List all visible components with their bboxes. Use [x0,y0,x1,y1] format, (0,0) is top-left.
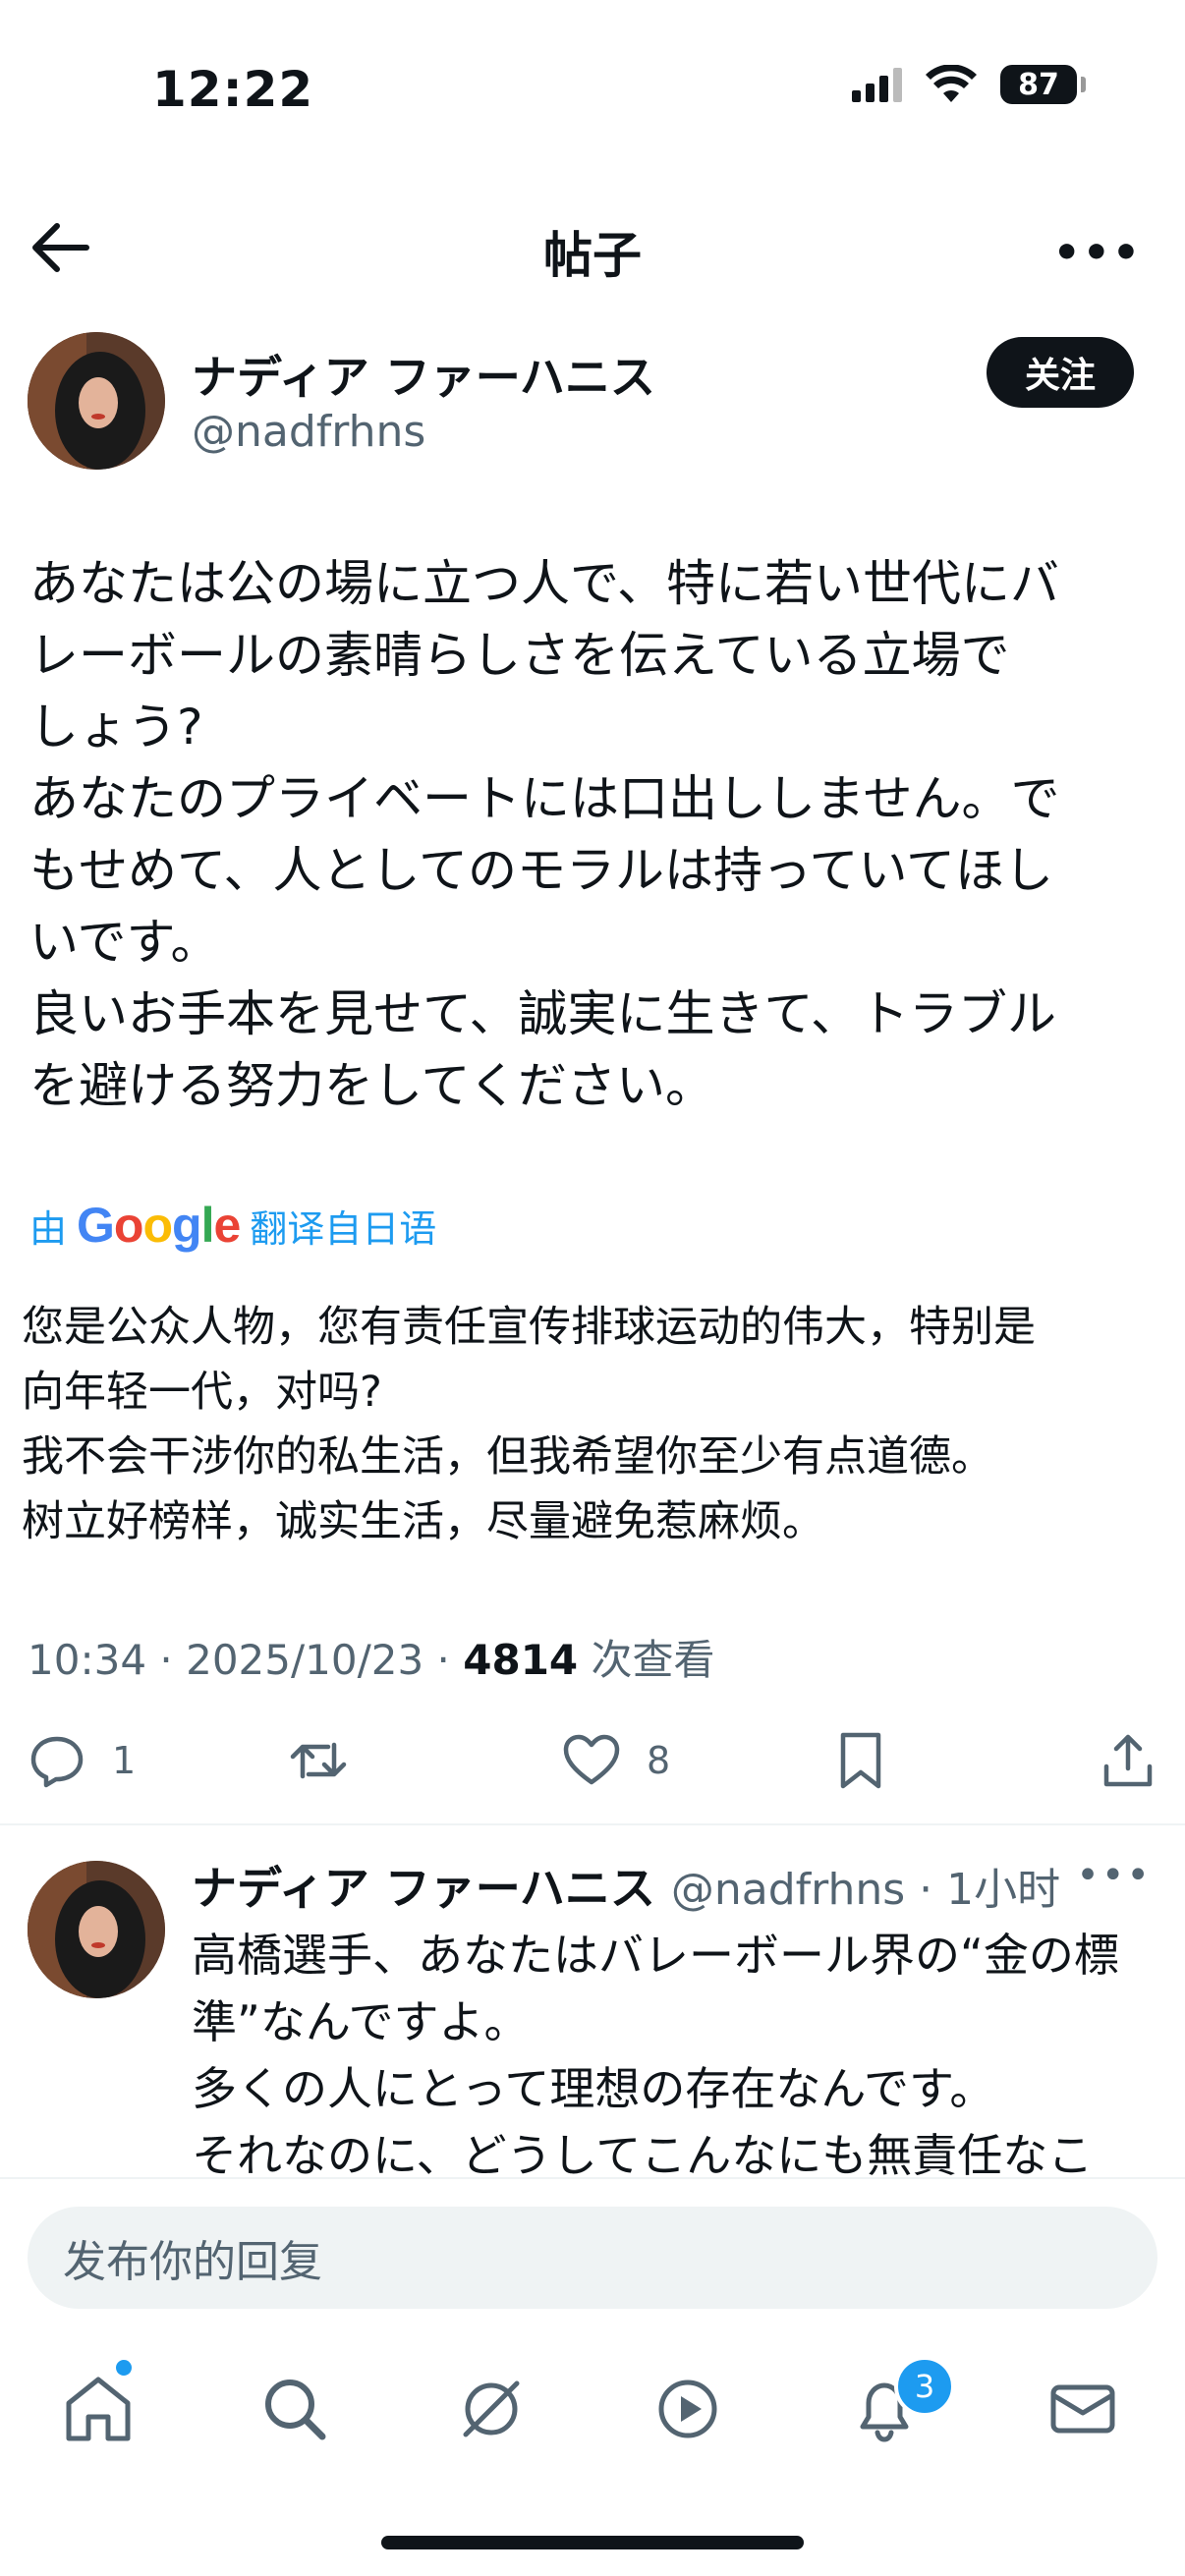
battery-icon: 87 [1000,65,1086,104]
home-unread-dot [116,2360,132,2376]
tab-video[interactable] [649,2370,727,2448]
more-options-icon[interactable]: ••• [1053,228,1142,278]
repost-button[interactable] [289,1731,348,1790]
heart-icon [563,1734,620,1785]
tab-grok[interactable] [452,2370,531,2448]
search-icon [265,2380,326,2440]
status-icons: 87 [852,65,1086,104]
translation-attribution[interactable]: 由 Google 翻译自日语 [29,1197,436,1254]
tab-search[interactable] [255,2370,334,2448]
status-time: 12:22 [152,61,314,118]
page-title: 帖子 [543,227,642,284]
reply-icon [30,1736,84,1788]
views-label: 次查看 [591,1636,715,1684]
post-meta: 10:34 · 2025/10/23 · 4814 次查看 [28,1636,715,1684]
signal-icon [852,67,902,102]
reply-button[interactable]: 1 [28,1731,136,1790]
author-name[interactable]: ナディア ファーハニス [192,342,655,407]
reply-input-placeholder: 发布你的回复 [63,2237,322,2287]
reply-text: 高橋選手、あなたはバレーボール界の“金の標 準”なんですよ。 多くの人にとって理… [192,1929,1119,2182]
bookmark-button[interactable] [831,1731,890,1790]
translate-suffix: 翻译自日语 [250,1206,437,1251]
avatar-image [28,1861,165,1998]
view-count[interactable]: 4814 [463,1636,578,1684]
reply-more-icon[interactable]: ••• [1076,1853,1152,1898]
translate-prefix: 由 [29,1206,68,1251]
repost-icon [290,1742,347,1779]
avatar-image [28,332,165,470]
reply-count: 1 [112,1739,137,1782]
post-text: あなたは公の場に立つ人で、特に若い世代にバ レーボールの素晴らしさを伝えている立… [29,555,1060,1114]
home-indicator [381,2536,804,2549]
reply-author-handle[interactable]: @nadfrhns [671,1865,905,1915]
divider [0,2177,1185,2179]
home-icon [66,2377,131,2441]
play-icon [658,2380,717,2438]
like-count: 8 [647,1739,671,1782]
battery-level: 87 [1018,67,1059,102]
author-handle[interactable]: @nadfrhns [192,407,425,457]
follow-button[interactable]: 关注 [987,337,1134,408]
reply-author-line[interactable]: ナディア ファーハニス @nadfrhns · 1小时 [192,1853,1060,1918]
avatar[interactable] [28,332,165,470]
share-button[interactable] [1099,1731,1157,1790]
reply-time: 1小时 [946,1865,1061,1915]
like-button[interactable]: 8 [562,1731,670,1790]
divider [0,1823,1185,1825]
bookmark-icon [840,1732,881,1789]
reply-input[interactable]: 发布你的回复 [28,2207,1157,2309]
google-logo: Google [77,1198,241,1253]
wifi-icon [926,65,977,102]
tab-messages[interactable] [1044,2370,1122,2448]
grok-icon [463,2380,520,2437]
tab-home[interactable] [59,2370,138,2448]
translated-text: 您是公众人物，您有责任宣传排球运动的伟大，特别是 向年轻一代，对吗? 我不会干涉… [22,1303,1036,1546]
post-date: 2025/10/23 [186,1636,424,1684]
notification-badge: 3 [894,2356,955,2417]
reply-author-name[interactable]: ナディア ファーハニス [192,1862,655,1915]
post-time: 10:34 [28,1636,147,1684]
mail-icon [1050,2384,1115,2434]
share-icon [1103,1734,1153,1787]
reply-avatar[interactable] [28,1861,165,1998]
